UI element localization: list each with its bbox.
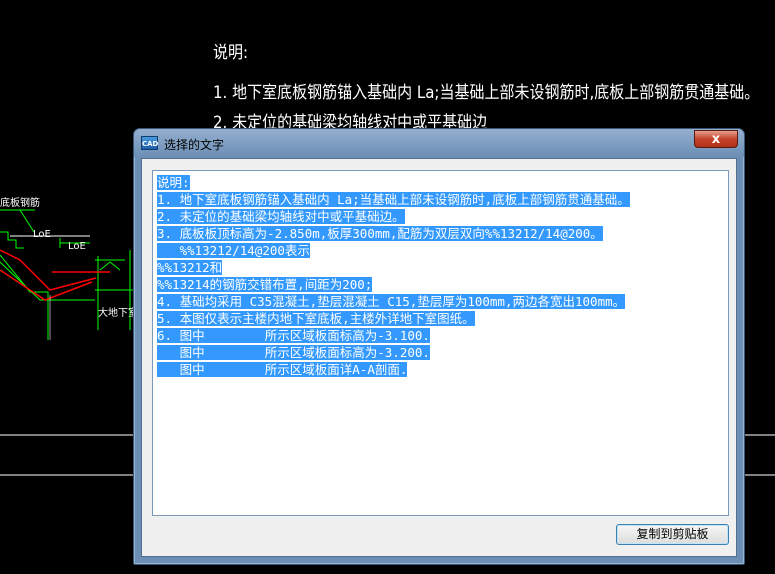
text-line: 1. 地下室底板钢筋锚入基础内 La;当基础上部未设钢筋时,底板上部钢筋贯通基础… <box>157 192 630 207</box>
cad-label-loe-2: LoE <box>68 241 86 252</box>
text-line: %%13212/14@200表示 <box>157 243 310 258</box>
text-lines: 说明: 1. 地下室底板钢筋锚入基础内 La;当基础上部未设钢筋时,底板上部钢筋… <box>157 174 630 378</box>
close-button[interactable]: x <box>694 130 738 148</box>
selected-text-dialog: CAD 选择的文字 x 说明: 1. 地下室底板钢筋锚入基础内 La;当基础上部… <box>133 128 745 565</box>
text-line: 说明: <box>157 175 190 190</box>
selected-text-area[interactable]: 说明: 1. 地下室底板钢筋锚入基础内 La;当基础上部未设钢筋时,底板上部钢筋… <box>152 170 729 516</box>
dialog-client-area: 说明: 1. 地下室底板钢筋锚入基础内 La;当基础上部未设钢筋时,底板上部钢筋… <box>141 158 737 557</box>
text-line: 6. 图中 所示区域板面标高为-3.100. <box>157 328 430 343</box>
text-line: 4. 基础均采用 C35混凝土,垫层混凝土 C15,垫层厚为100mm,两边各宽… <box>157 294 626 309</box>
copy-to-clipboard-button[interactable]: 复制到剪贴板 <box>616 524 729 545</box>
text-line: 图中 所示区域板面详A-A剖面. <box>157 362 408 377</box>
text-line: 2. 未定位的基础梁均轴线对中或平基础边。 <box>157 209 405 224</box>
dialog-title: 选择的文字 <box>164 138 225 152</box>
text-line: %%13214的钢筋交错布置,间距为200; <box>157 277 373 292</box>
dialog-titlebar[interactable]: CAD 选择的文字 x <box>134 129 744 157</box>
text-line: %%13212和 <box>157 260 223 275</box>
text-line: 5. 本图仅表示主楼内地下室底板,主楼外详地下室图纸。 <box>157 311 475 326</box>
cad-label-loe-1: LoE <box>33 229 51 240</box>
cad-note-line-1: 1. 地下室底板钢筋锚入基础内 La;当基础上部未设钢筋时,底板上部钢筋贯通基础… <box>213 81 760 103</box>
text-line: 3. 底板板顶标高为-2.850m,板厚300mm,配筋为双层双向%%13212… <box>157 226 603 241</box>
cad-note-title: 说明: <box>213 41 249 63</box>
app-icon: CAD <box>141 136 158 150</box>
text-line: 图中 所示区域板面标高为-3.200. <box>157 345 430 360</box>
cad-label-rebar: 底板钢筋 <box>0 198 40 209</box>
